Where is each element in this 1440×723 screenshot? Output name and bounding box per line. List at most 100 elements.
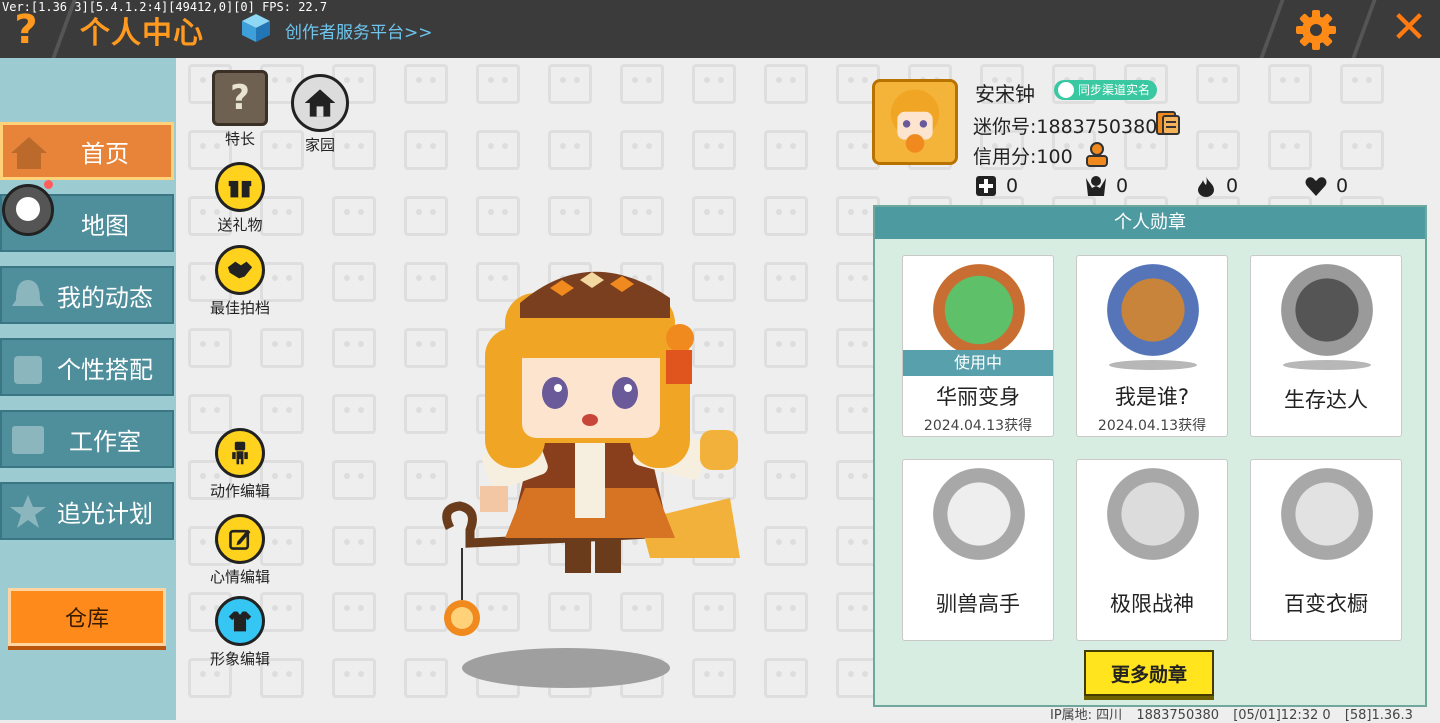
- question-block-icon: ?: [212, 70, 268, 126]
- close-button[interactable]: ✕: [1388, 6, 1430, 50]
- nav-item-label: 个性搭配: [57, 355, 153, 384]
- best-partner-label: 最佳拍档: [209, 299, 270, 317]
- studio-icon: [12, 426, 44, 454]
- bell-icon: [12, 280, 44, 306]
- credit-icon[interactable]: [1083, 140, 1111, 168]
- background-tile: [188, 328, 232, 368]
- background-tile: [548, 130, 592, 170]
- heart-icon: [1305, 177, 1327, 196]
- background-tile: [404, 64, 448, 104]
- medal-card[interactable]: 使用中 华丽变身 2024.04.13获得: [902, 255, 1054, 437]
- star-icon: [10, 495, 46, 528]
- medal-card[interactable]: 极限战神: [1076, 459, 1228, 641]
- background-tile: [620, 196, 664, 236]
- nav-item-label: 我的动态: [57, 283, 153, 312]
- house-icon: [11, 137, 47, 169]
- gear-icon[interactable]: [1294, 8, 1338, 52]
- medal-card[interactable]: 我是谁? 2024.04.13获得: [1076, 255, 1228, 437]
- action-edit-label: 动作编辑: [209, 482, 270, 500]
- nav-item-home[interactable]: 首页: [0, 122, 174, 180]
- background-tile: [764, 460, 808, 500]
- fans-count: 0: [1116, 175, 1129, 197]
- background-tile: [1268, 64, 1312, 104]
- warehouse-button[interactable]: 仓库: [8, 588, 166, 646]
- help-button[interactable]: ?: [6, 8, 46, 52]
- look-edit-button[interactable]: 形象编辑: [208, 596, 272, 669]
- realname-badge[interactable]: 同步渠道实名: [1054, 80, 1158, 100]
- floating-assist-button[interactable]: [2, 184, 54, 236]
- background-tile: [1268, 130, 1312, 170]
- copy-icon[interactable]: [1155, 110, 1181, 136]
- background-tile: [1340, 64, 1384, 104]
- medal-wardrobe-icon: [1281, 468, 1373, 560]
- avatar[interactable]: [872, 79, 958, 165]
- home-button[interactable]: 家园: [288, 74, 352, 155]
- medal-tamer-icon: [933, 468, 1025, 560]
- nav-item-studio[interactable]: 工作室: [0, 410, 174, 468]
- nav-item-moments[interactable]: 我的动态: [0, 266, 174, 324]
- popularity-stat[interactable]: 0: [1194, 174, 1238, 198]
- skill-button[interactable]: ? 特长: [208, 70, 272, 149]
- home-label: 家园: [304, 136, 335, 154]
- best-partner-button[interactable]: 最佳拍档: [208, 245, 272, 318]
- credit-score: 信用分:100: [973, 146, 1073, 168]
- footer-uid: 1883750380: [1136, 708, 1220, 723]
- send-gift-button[interactable]: 送礼物: [208, 162, 272, 235]
- outfit-icon: [215, 596, 265, 646]
- nav-item-chase-light[interactable]: 追光计划: [0, 482, 174, 540]
- background-tile: [548, 196, 592, 236]
- likes-count: 0: [1336, 175, 1349, 197]
- background-tile: [260, 328, 304, 368]
- mini-id: 迷你号:1883750380: [973, 116, 1158, 138]
- more-medals-button[interactable]: 更多勋章: [1084, 650, 1214, 696]
- background-tile: [764, 592, 808, 632]
- background-tile: [476, 196, 520, 236]
- notification-dot: [44, 180, 53, 189]
- avatar-character[interactable]: [430, 258, 750, 678]
- medal-name: 生存达人: [1284, 388, 1368, 412]
- background-tile: [332, 196, 376, 236]
- fans-stat[interactable]: 0: [1084, 174, 1128, 198]
- page-title: 个人中心: [80, 16, 204, 51]
- top-bar: Ver:[1.36.3][5.4.1.2:4][49412,0][0] FPS:…: [0, 0, 1440, 58]
- creator-platform-link[interactable]: 创作者服务平台>>: [285, 18, 433, 43]
- divider: [1259, 0, 1285, 58]
- nav-item-label: 地图: [81, 211, 129, 240]
- nav-item-outfit[interactable]: 个性搭配: [0, 338, 174, 396]
- nav-item-label: 首页: [81, 139, 129, 168]
- background-tile: [332, 526, 376, 566]
- background-tile: [692, 196, 736, 236]
- medal-name: 我是谁?: [1114, 385, 1190, 409]
- mood-edit-button[interactable]: 心情编辑: [208, 514, 272, 587]
- background-tile: [764, 64, 808, 104]
- background-tile: [764, 130, 808, 170]
- creator-cube-icon: [242, 14, 270, 42]
- likes-stat[interactable]: 0: [1304, 174, 1348, 198]
- background-tile: [692, 64, 736, 104]
- medal-date: 2024.04.13获得: [1097, 418, 1207, 434]
- medal-card[interactable]: 生存达人: [1250, 255, 1402, 437]
- status-footer: IP属地: 四川 1883750380 [05/01]12:32 0 [58]1…: [1050, 704, 1440, 723]
- background-tile: [1196, 64, 1240, 104]
- background-tile: [548, 64, 592, 104]
- medal-panel: 个人勋章 使用中 华丽变身 2024.04.13获得 我是谁? 2024.04.…: [873, 205, 1427, 707]
- background-tile: [332, 592, 376, 632]
- medal-date: 2024.04.13获得: [923, 418, 1033, 434]
- background-tile: [764, 394, 808, 434]
- action-edit-button[interactable]: 动作编辑: [208, 428, 272, 501]
- background-tile: [764, 328, 808, 368]
- background-tile: [332, 262, 376, 302]
- look-edit-label: 形象编辑: [209, 650, 270, 668]
- medal-card[interactable]: 百变衣橱: [1250, 459, 1402, 641]
- house-icon: [291, 74, 349, 132]
- person-icon: [1058, 82, 1074, 98]
- footer-time: [05/01]12:32 0: [1233, 708, 1331, 723]
- mood-edit-label: 心情编辑: [209, 568, 270, 586]
- medal-card[interactable]: 驯兽高手: [902, 459, 1054, 641]
- medal-name: 极限战神: [1110, 592, 1194, 616]
- ip-location: IP属地: 四川: [1050, 708, 1123, 723]
- in-use-tag: 使用中: [903, 350, 1053, 376]
- send-gift-label: 送礼物: [217, 216, 263, 234]
- background-tile: [1196, 130, 1240, 170]
- add-friend-stat[interactable]: 0: [974, 174, 1018, 198]
